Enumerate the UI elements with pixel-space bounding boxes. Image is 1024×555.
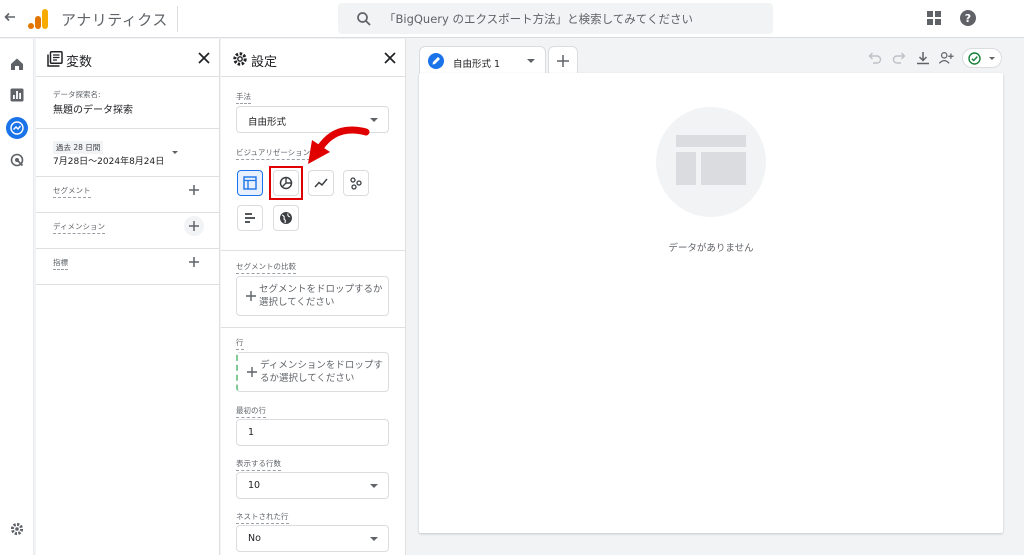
search-placeholder: 「BigQuery のエクスポート方法」と検索してみてください [384,12,693,26]
first-row-input[interactable]: 1 [236,419,389,446]
rows-shown-label: 表示する行数 [236,458,281,471]
settings-gear-icon [233,52,247,66]
plus-icon [557,54,569,67]
close-icon[interactable] [197,51,211,65]
add-metric-plus-icon[interactable] [187,255,201,269]
admin-gear-icon[interactable] [6,518,28,540]
rows-label: 行 [236,337,244,350]
check-circle-icon [968,52,981,65]
table-viz-button[interactable] [237,170,263,196]
variables-panel: 変数 データ探索名: 無題のデータ探索 過去 28 日間 7月28日～2024年… [36,39,220,555]
red-arrow-icon [308,126,370,164]
segment-drop-zone[interactable]: セグメントをドロップするか選択してください [236,276,389,316]
add-dimension-button[interactable] [184,216,204,236]
segments-section: セグメント [36,177,219,213]
nested-rows-label: ネストされた行 [236,511,289,524]
scatter-plot-icon [350,177,362,190]
nested-rows-value: No [248,533,261,544]
dimensions-section: ディメンション [36,213,219,249]
chevron-down-icon[interactable] [527,59,535,63]
exploration-name-section: データ探索名: 無題のデータ探索 [36,77,219,129]
plus-icon [189,221,199,231]
segment-drop-text: セグメントをドロップするか選択してください [259,284,383,308]
chevron-down-icon [370,484,378,488]
pencil-icon [428,53,444,69]
download-icon[interactable] [915,50,931,66]
search-bar[interactable]: 「BigQuery のエクスポート方法」と検索してみてください [338,3,773,34]
date-range-section[interactable]: 過去 28 日間 7月28日～2024年8月24日 [36,129,219,177]
rows-drop-text: ディメンションをドロップするか選択してください [260,360,383,384]
divider [177,6,178,32]
chevron-down-icon[interactable] [172,151,178,154]
advertising-icon[interactable] [6,149,28,171]
bar-chart-icon [245,213,255,223]
reports-icon[interactable] [6,84,28,106]
date-range-chip: 過去 28 日間 [53,141,104,154]
rows-drop-zone[interactable]: ディメンションをドロップするか選択してください [236,352,389,392]
close-icon[interactable] [383,51,397,65]
settings-title: 設定 [251,55,278,70]
divider [221,250,405,251]
share-user-icon[interactable] [938,50,954,66]
chevron-down-icon [370,118,378,122]
table-icon [243,176,257,190]
exploration-name-value[interactable]: 無題のデータ探索 [53,101,133,116]
add-tab-button[interactable] [548,46,578,74]
empty-state-text: データがありません [668,243,754,254]
first-row-value: 1 [248,427,255,438]
home-icon[interactable] [6,53,28,75]
plus-icon [247,367,257,377]
nested-rows-select[interactable]: No [236,525,389,552]
variables-header: 変数 [36,39,219,77]
technique-label: 手法 [236,91,251,104]
variables-icon [47,51,63,67]
metrics-label: 指標 [53,257,68,270]
exploration-name-label: データ探索名: [53,90,101,99]
analytics-logo[interactable] [27,8,49,30]
top-bar: アナリティクス 「BigQuery のエクスポート方法」と検索してみてください … [0,0,1024,38]
rows-shown-value: 10 [248,480,261,491]
settings-panel: 設定 手法 自由形式 ビジュアリゼーション セグメントの比較 セグメントをドロッ… [221,39,406,555]
redo-icon[interactable] [891,50,907,66]
apps-grid-icon[interactable] [927,11,941,25]
plus-icon [246,291,256,301]
left-navigation-rail [0,39,34,555]
explore-icon[interactable] [6,117,28,139]
help-icon[interactable]: ? [960,10,976,26]
search-icon [357,12,371,26]
add-segment-plus-icon[interactable] [187,183,201,197]
chevron-down-icon [370,537,378,541]
variables-title: 変数 [66,55,93,70]
tab-label: 自由形式 1 [453,59,501,70]
tab-exploration-1[interactable]: 自由形式 1 [419,46,546,74]
line-chart-icon [314,178,328,188]
globe-icon [280,212,292,224]
svg-text:?: ? [965,12,971,25]
chevron-down-icon [989,57,995,60]
first-row-label: 最初の行 [236,405,266,418]
app-title: アナリティクス [61,11,168,29]
rows-shown-select[interactable]: 10 [236,472,389,499]
date-range-value: 7月28日～2024年8月24日 [53,157,165,167]
technique-value: 自由形式 [248,117,287,128]
segment-compare-label: セグメントの比較 [236,261,296,274]
bar-chart-viz-button[interactable] [237,205,263,231]
undo-icon[interactable] [867,50,883,66]
empty-state-illustration [656,107,766,217]
geo-map-viz-button[interactable] [273,205,299,231]
settings-header: 設定 [221,39,405,77]
metrics-section: 指標 [36,249,219,285]
dimensions-label: ディメンション [53,221,105,234]
status-button[interactable] [962,48,1002,68]
divider [221,327,405,328]
back-arrow-icon[interactable] [2,10,18,28]
segments-label: セグメント [53,185,91,198]
